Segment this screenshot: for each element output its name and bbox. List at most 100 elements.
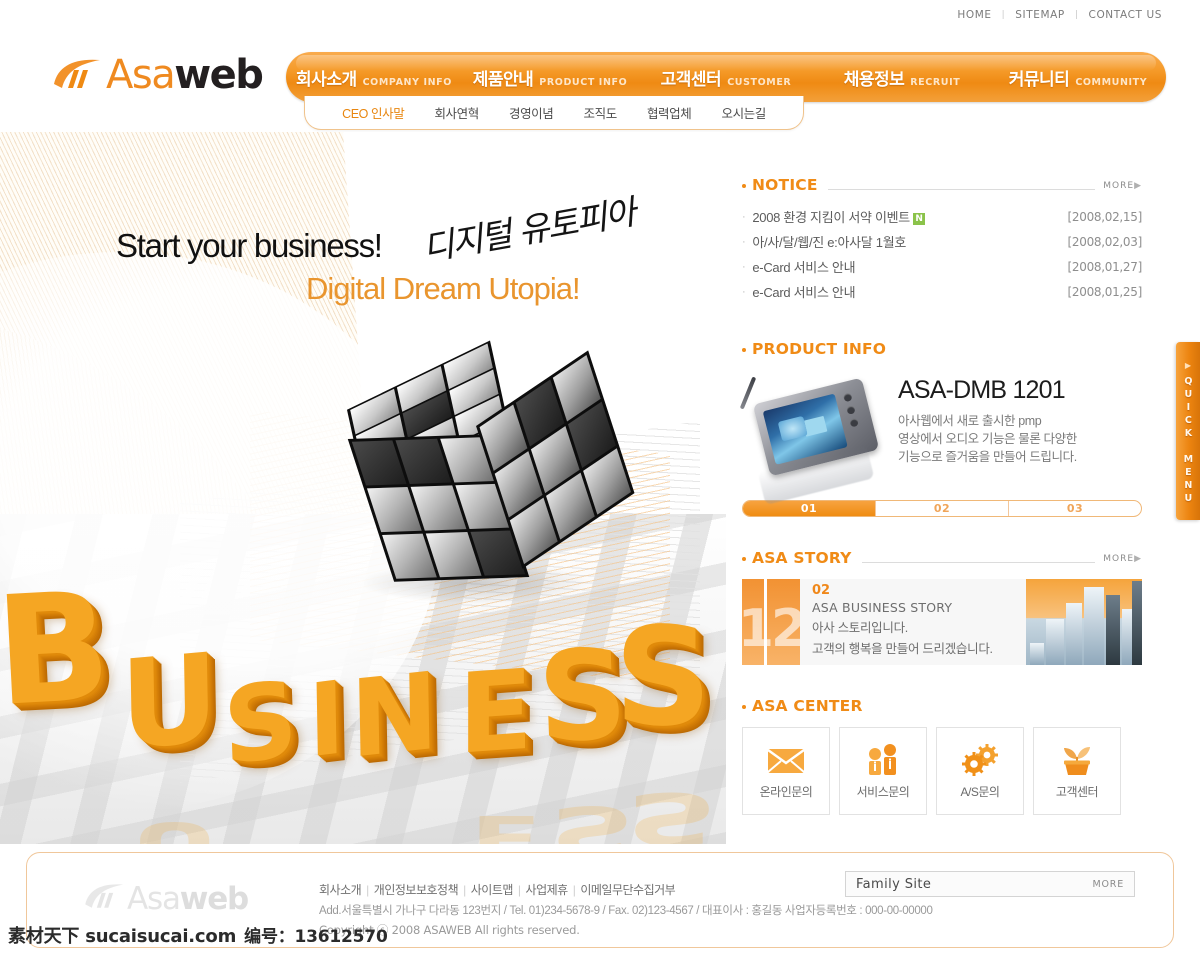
list-bullet-icon: · xyxy=(742,210,746,223)
center-item-customer-center[interactable]: 고객센터 xyxy=(1033,727,1121,815)
footer-link-company[interactable]: 회사소개 xyxy=(319,883,362,897)
hero-word-char: S xyxy=(614,599,712,757)
notice-item[interactable]: · 2008 환경 지킴이 서약 이벤트 N [2008,02,15] xyxy=(742,204,1142,229)
center-item-as-inquiry[interactable]: A/S문의 xyxy=(936,727,1024,815)
footer-link-partnership[interactable]: 사업제휴 xyxy=(526,883,569,897)
subnav-item-org-chart[interactable]: 조직도 xyxy=(584,103,618,122)
footer-link-privacy[interactable]: 개인정보보호정책 xyxy=(374,883,459,897)
list-bullet-icon: · xyxy=(742,235,746,248)
family-site-more-button[interactable]: MORE xyxy=(1093,879,1124,890)
nav-item-community[interactable]: 커뮤니티 COMMUNITY xyxy=(990,65,1166,90)
watermark-id: 编号：13612570 xyxy=(244,927,388,947)
logo-text-web: web xyxy=(174,52,264,98)
footer-links: 회사소개 | 개인정보보호정책 | 사이트맵 | 사업제휴 | 이메일무단수집거부 xyxy=(319,881,676,898)
story-thumbnail-buildings xyxy=(1026,579,1142,665)
nav-item-company-info[interactable]: 회사소개 COMPANY INFO xyxy=(286,65,462,90)
asa-story-more-link[interactable]: MORE▶ xyxy=(1103,554,1142,564)
center-item-label: A/S문의 xyxy=(960,784,1000,799)
center-item-service-inquiry[interactable]: 서비스문의 xyxy=(839,727,927,815)
notice-item-title[interactable]: e-Card 서비스 안내 xyxy=(752,257,1067,276)
hero-word-char: U xyxy=(118,626,221,778)
nav-bar: 회사소개 COMPANY INFO 제품안내 PRODUCT INFO 고객센터… xyxy=(286,52,1166,102)
right-sidebar: NOTICE MORE▶ · 2008 환경 지킴이 서약 이벤트 N [2008… xyxy=(739,170,1142,821)
product-info-title: PRODUCT INFO xyxy=(752,340,887,358)
quick-menu-label: QUICK MENU xyxy=(1182,375,1194,506)
quick-menu-tab[interactable]: ▶ QUICK MENU xyxy=(1176,342,1200,520)
family-site-selector[interactable]: Family Site MORE xyxy=(845,871,1135,897)
nav-item-product-info[interactable]: 제품안내 PRODUCT INFO xyxy=(462,65,638,90)
notice-title: NOTICE xyxy=(752,176,818,194)
utility-separator: | xyxy=(1001,10,1006,20)
bullet-dot-icon xyxy=(742,705,746,709)
notice-item-title[interactable]: 2008 환경 지킴이 서약 이벤트 N xyxy=(752,207,1067,226)
subnav-item-history[interactable]: 회사연혁 xyxy=(434,103,479,122)
center-item-label: 온라인문의 xyxy=(759,784,813,799)
hero-word-reflection: S xyxy=(550,791,635,844)
notice-item[interactable]: · e-Card 서비스 안내 [2008,01,25] xyxy=(742,279,1142,304)
hero-word-reflection: S xyxy=(626,776,719,844)
utility-link-contact-us[interactable]: CONTACT US xyxy=(1089,9,1162,21)
main-navigation: 회사소개 COMPANY INFO 제품안내 PRODUCT INFO 고객센터… xyxy=(286,52,1166,130)
product-pager-02[interactable]: 02 xyxy=(876,501,1009,516)
nav-label-en: RECRUIT xyxy=(910,76,961,88)
asa-story-section: ASA STORY MORE▶ 12 02 ASA BUSINESS STORY… xyxy=(742,543,1142,665)
nav-label-ko: 제품안내 xyxy=(472,69,534,89)
notice-item-date: [2008,01,27] xyxy=(1067,259,1143,274)
nav-item-customer[interactable]: 고객센터 CUSTOMER xyxy=(638,65,814,90)
story-line3: 고객의 행복을 만들어 드리겠습니다. xyxy=(812,642,993,656)
stock-watermark: 素材天下 sucaisucai.com 编号：13612570 xyxy=(8,922,388,948)
quick-menu-arrow-icon: ▶ xyxy=(1184,360,1192,370)
asa-story-title: ASA STORY xyxy=(752,549,852,567)
center-item-label: 고객센터 xyxy=(1055,784,1099,799)
nav-item-recruit[interactable]: 채용정보 RECRUIT xyxy=(814,65,990,90)
more-label: MORE xyxy=(1103,554,1135,564)
notice-item[interactable]: · 아/사/달/웹/진 e:아사달 1월호 [2008,02,03] xyxy=(742,229,1142,254)
footer-logo: Asaweb xyxy=(83,881,249,917)
notice-more-link[interactable]: MORE▶ xyxy=(1103,181,1142,191)
hero-word-char: B xyxy=(0,560,115,740)
nav-label-ko: 채용정보 xyxy=(843,69,905,89)
footer-link-sitemap[interactable]: 사이트맵 xyxy=(471,883,514,897)
nav-label-ko: 회사소개 xyxy=(296,69,357,89)
hero-word-char: N xyxy=(349,649,440,782)
utility-nav: HOME | SITEMAP | CONTACT US xyxy=(957,9,1162,21)
new-badge: N xyxy=(912,213,925,225)
hero-word-reflection: U xyxy=(130,809,219,844)
bullet-dot-icon xyxy=(742,348,746,352)
more-label: MORE xyxy=(1103,181,1135,191)
product-desc-line3: 기능으로 즐거움을 만들어 드립니다. xyxy=(898,450,1077,465)
site-logo[interactable]: Asaweb xyxy=(52,52,264,98)
notice-item-date: [2008,01,25] xyxy=(1067,284,1143,299)
header-rule xyxy=(861,562,1096,563)
hero-word-char: I xyxy=(307,658,347,781)
product-pager-01[interactable]: 01 xyxy=(743,501,876,516)
subnav-item-directions[interactable]: 오시는길 xyxy=(721,103,766,122)
subnav-item-philosophy[interactable]: 경영이념 xyxy=(509,103,554,122)
notice-item-title[interactable]: 아/사/달/웹/진 e:아사달 1월호 xyxy=(752,232,1067,251)
people-info-icon xyxy=(864,743,902,777)
notice-item-date: [2008,02,03] xyxy=(1067,234,1143,249)
footer-link-email-refusal[interactable]: 이메일무단수집거부 xyxy=(580,883,675,897)
page-root: HOME | SITEMAP | CONTACT US Asaweb 회사소개 … xyxy=(0,0,1200,960)
product-desc-line1: 아사웹에서 새로 출시한 pmp xyxy=(898,414,1042,428)
asa-story-card[interactable]: 12 02 ASA BUSINESS STORY 아사 스토리입니다. 고객의 … xyxy=(742,579,1142,665)
notice-item-title[interactable]: e-Card 서비스 안내 xyxy=(752,282,1067,301)
gears-icon xyxy=(961,743,999,777)
nav-label-ko: 커뮤니티 xyxy=(1008,69,1070,89)
notice-list: · 2008 환경 지킴이 서약 이벤트 N [2008,02,15] · 아/사… xyxy=(742,204,1142,304)
product-pager-03[interactable]: 03 xyxy=(1009,501,1141,516)
asa-center-grid: 온라인문의 서비스문의 A/S문의 고객센터 xyxy=(742,727,1142,815)
footer-logo-web: web xyxy=(179,881,249,917)
hero-headline-line2: Digital Dream Utopia! xyxy=(306,271,581,306)
bullet-dot-icon xyxy=(742,184,746,188)
utility-link-home[interactable]: HOME xyxy=(957,9,991,21)
product-name: ASA-DMB 1201 xyxy=(898,376,1066,404)
notice-item[interactable]: · e-Card 서비스 안내 [2008,01,27] xyxy=(742,254,1142,279)
product-info-header: PRODUCT INFO xyxy=(742,334,1142,358)
center-item-online-inquiry[interactable]: 온라인문의 xyxy=(742,727,830,815)
subnav-item-ceo-greeting[interactable]: CEO 인사말 xyxy=(342,103,405,122)
footer-logo-asa: Asa xyxy=(127,881,181,917)
product-desc-line2: 영상에서 오디오 기능은 물론 다양한 xyxy=(898,432,1077,447)
utility-link-sitemap[interactable]: SITEMAP xyxy=(1015,9,1065,21)
subnav-item-partners[interactable]: 협력업체 xyxy=(647,103,692,122)
